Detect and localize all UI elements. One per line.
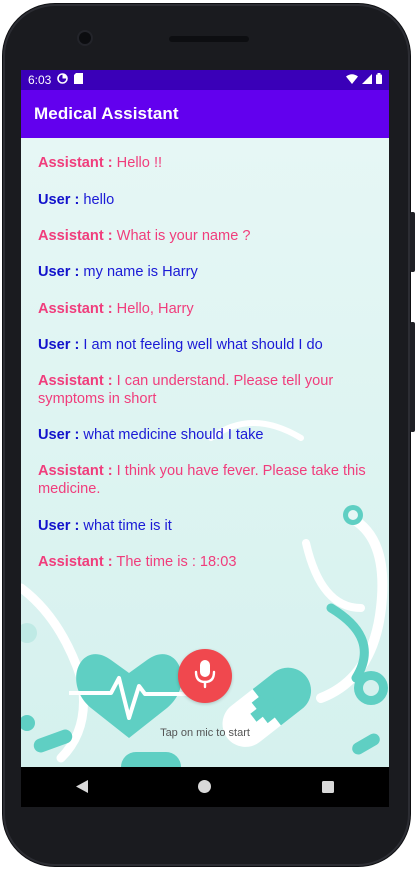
earpiece-speaker <box>169 36 249 42</box>
recents-button[interactable] <box>308 767 348 807</box>
speaker-label: Assistant : <box>38 301 113 317</box>
signal-icon <box>362 73 372 87</box>
sim-icon <box>74 73 84 87</box>
message-text: Hello !! <box>112 155 163 171</box>
home-icon <box>198 778 212 797</box>
microphone-icon <box>194 659 216 693</box>
speaker-label: User : <box>38 427 80 443</box>
message-text: I am not feeling well what should I do <box>79 337 323 353</box>
message-text: Hello, Harry <box>112 301 194 317</box>
volume-button <box>410 212 415 272</box>
wifi-icon <box>346 73 358 87</box>
chat-message-assistant: Assistant : What is your name ? <box>38 227 368 245</box>
chat-message-assistant: Assistant : I can understand. Please tel… <box>38 372 368 408</box>
back-button[interactable] <box>62 767 102 807</box>
chat-message-user: User : what time is it <box>38 517 368 535</box>
recents-icon <box>321 778 334 797</box>
navigation-bar <box>21 767 389 807</box>
message-text: what time is it <box>79 518 172 534</box>
speaker-label: Assistant : <box>38 463 113 479</box>
message-text: my name is Harry <box>79 264 198 280</box>
chat-message-user: User : my name is Harry <box>38 263 368 281</box>
front-camera <box>79 32 91 44</box>
home-button[interactable] <box>185 767 225 807</box>
back-icon <box>76 778 89 797</box>
status-bar: 6:03 <box>21 70 389 90</box>
speaker-label: Assistant : <box>38 155 113 171</box>
message-text: What is your name ? <box>112 228 251 244</box>
message-text: what medicine should I take <box>79 427 264 443</box>
chat-message-assistant: Assistant : I think you have fever. Plea… <box>38 462 368 498</box>
speaker-label: Assistant : <box>38 228 113 244</box>
status-time: 6:03 <box>28 73 52 87</box>
app-bar: Medical Assistant <box>21 90 389 138</box>
chat-message-user: User : hello <box>38 191 368 209</box>
app-screen: 6:03 Medical Assistant Assistant: Hello… <box>21 70 389 767</box>
speaker-label: User : <box>38 518 80 534</box>
data-saver-icon <box>57 73 69 87</box>
speaker-label: User : <box>38 192 80 208</box>
speaker-label: User : <box>38 264 80 280</box>
message-text: hello <box>79 192 115 208</box>
message-text: The time is : 18:03 <box>112 554 237 570</box>
chat-message-user: User : what medicine should I take <box>38 426 368 444</box>
chat-message-user: User : I am not feeling well what should… <box>38 336 368 354</box>
power-button <box>410 322 415 432</box>
battery-icon <box>376 73 382 87</box>
mic-hint-text: Tap on mic to start <box>160 727 250 739</box>
speaker-label: User : <box>38 337 80 353</box>
app-title: Medical Assistant <box>34 104 179 123</box>
chat-message-assistant: Assistant : Hello, Harry <box>38 300 368 318</box>
mic-button[interactable] <box>178 649 232 703</box>
chat-message-assistant: Assistant : Hello !! <box>38 154 368 172</box>
speaker-label: Assistant : <box>38 373 113 389</box>
speaker-label: Assistant : <box>38 554 113 570</box>
chat-message-assistant: Assistant : The time is : 18:03 <box>38 553 368 571</box>
